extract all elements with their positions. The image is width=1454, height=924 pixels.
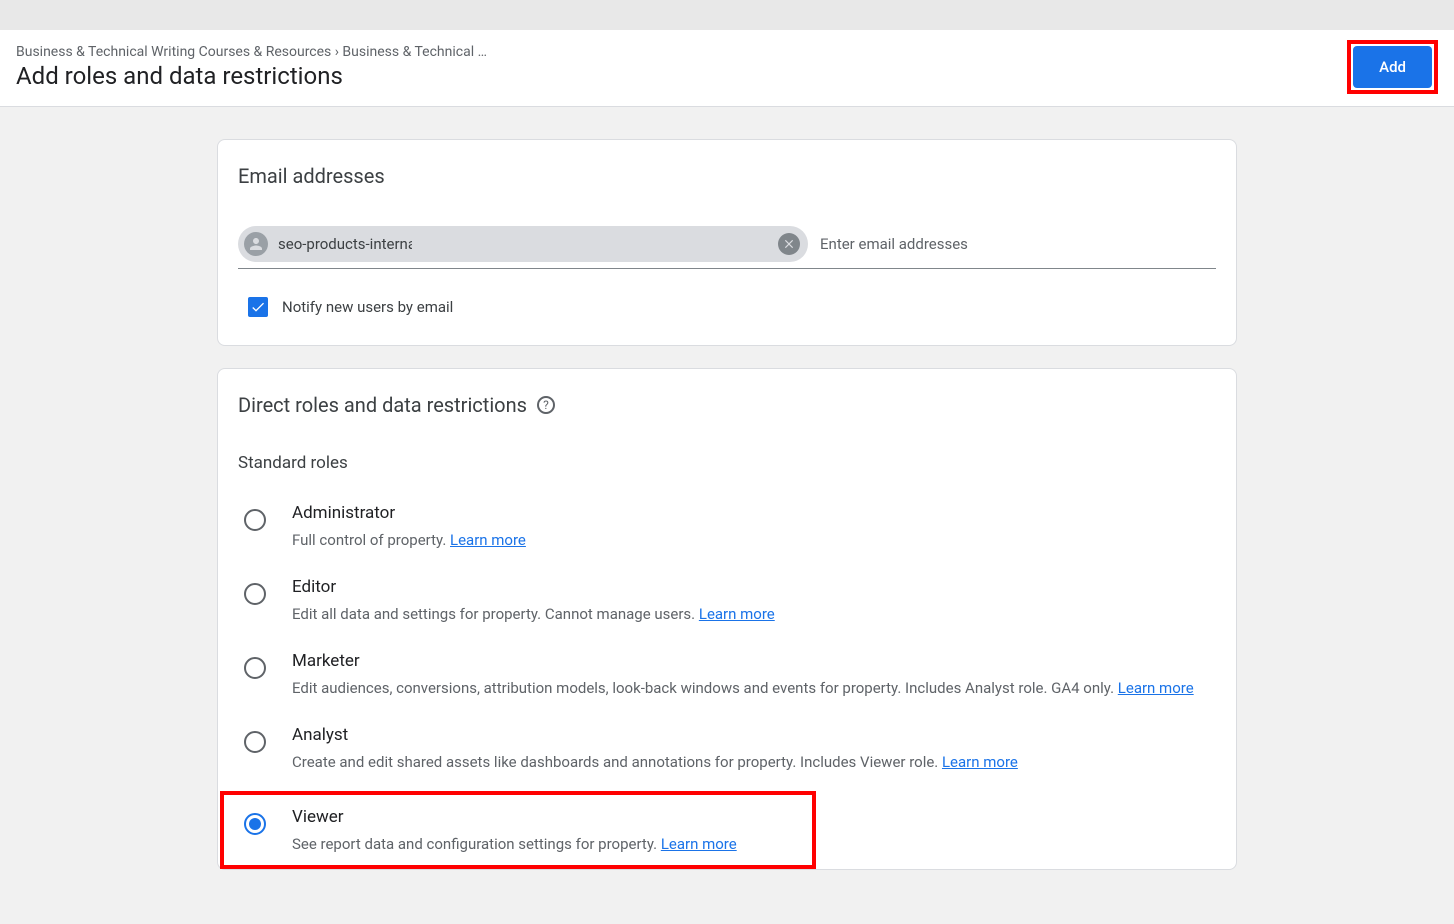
role-title: Analyst xyxy=(292,725,1210,745)
email-input-row[interactable]: seo-products-interna Enter email address… xyxy=(238,226,1216,269)
role-marketer[interactable]: Marketer Edit audiences, conversions, at… xyxy=(238,643,1216,717)
email-chip[interactable]: seo-products-interna xyxy=(238,226,808,262)
email-heading: Email addresses xyxy=(238,164,1216,188)
person-icon xyxy=(244,232,268,256)
email-card: Email addresses seo-products-interna Ent… xyxy=(217,139,1237,346)
redacted-region xyxy=(412,233,772,255)
role-analyst[interactable]: Analyst Create and edit shared assets li… xyxy=(238,717,1216,791)
email-input-placeholder[interactable]: Enter email addresses xyxy=(820,235,968,253)
learn-more-link[interactable]: Learn more xyxy=(699,605,775,623)
role-desc: See report data and configuration settin… xyxy=(292,835,792,853)
learn-more-link[interactable]: Learn more xyxy=(1118,679,1194,697)
standard-roles-heading: Standard roles xyxy=(238,453,1216,473)
learn-more-link[interactable]: Learn more xyxy=(661,835,737,853)
notify-checkbox[interactable] xyxy=(248,297,268,317)
role-title: Editor xyxy=(292,577,1210,597)
help-icon[interactable]: ? xyxy=(537,396,555,414)
remove-chip-icon[interactable] xyxy=(778,233,800,255)
radio-marketer[interactable] xyxy=(244,657,266,679)
page-header: Business & Technical Writing Courses & R… xyxy=(0,30,1454,107)
role-administrator[interactable]: Administrator Full control of property. … xyxy=(238,495,1216,569)
page-title: Add roles and data restrictions xyxy=(16,62,487,90)
breadcrumb[interactable]: Business & Technical Writing Courses & R… xyxy=(16,44,487,60)
role-desc: Edit all data and settings for property.… xyxy=(292,605,1210,623)
roles-card: Direct roles and data restrictions ? Sta… xyxy=(217,368,1237,870)
role-desc: Full control of property. Learn more xyxy=(292,531,1210,549)
learn-more-link[interactable]: Learn more xyxy=(450,531,526,549)
role-title: Administrator xyxy=(292,503,1210,523)
role-title: Viewer xyxy=(292,807,792,827)
add-button[interactable]: Add xyxy=(1353,46,1432,88)
viewer-highlight: Viewer See report data and configuration… xyxy=(220,791,816,869)
radio-viewer[interactable] xyxy=(244,813,266,835)
chip-text: seo-products-interna xyxy=(278,235,416,253)
role-title: Marketer xyxy=(292,651,1210,671)
roles-heading: Direct roles and data restrictions xyxy=(238,393,527,417)
role-viewer[interactable]: Viewer See report data and configuration… xyxy=(238,799,798,857)
radio-editor[interactable] xyxy=(244,583,266,605)
notify-label: Notify new users by email xyxy=(282,298,453,316)
add-button-highlight: Add xyxy=(1347,40,1438,94)
role-desc: Create and edit shared assets like dashb… xyxy=(292,753,1210,771)
learn-more-link[interactable]: Learn more xyxy=(942,753,1018,771)
role-desc: Edit audiences, conversions, attribution… xyxy=(292,679,1210,697)
role-editor[interactable]: Editor Edit all data and settings for pr… xyxy=(238,569,1216,643)
radio-administrator[interactable] xyxy=(244,509,266,531)
radio-analyst[interactable] xyxy=(244,731,266,753)
